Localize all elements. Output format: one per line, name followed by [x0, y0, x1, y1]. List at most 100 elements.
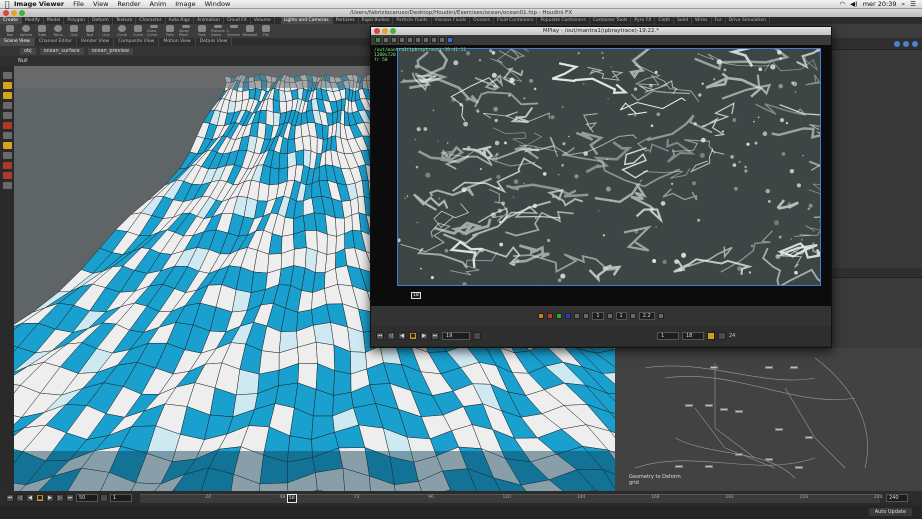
mplay-play-button[interactable]: ▶ — [420, 332, 428, 340]
camera-tool-icon[interactable] — [2, 172, 12, 179]
mplay-options-button[interactable] — [473, 332, 481, 340]
shelf-tab[interactable]: Rigid Bodies — [359, 17, 394, 24]
shelf-tab[interactable]: Volume — [251, 17, 275, 24]
shelf-tab[interactable]: Drive Simulation — [726, 17, 770, 24]
stop-button[interactable]: ■ — [36, 494, 44, 502]
metaball-tool[interactable]: Metaball — [243, 25, 258, 37]
mplay-realtime-button[interactable] — [707, 332, 715, 340]
link-icon[interactable] — [383, 37, 389, 43]
start-frame-field[interactable]: 1 — [110, 494, 132, 502]
shelf-tab[interactable]: Polygon — [64, 17, 90, 24]
snap-tool-icon[interactable] — [2, 142, 12, 149]
next-key-button[interactable]: ▷ — [56, 494, 64, 502]
lsystem-tool[interactable]: L-System — [227, 25, 241, 37]
network-node[interactable] — [795, 466, 803, 469]
mplay-current-frame-field[interactable]: 19 — [442, 332, 470, 340]
network-node[interactable] — [710, 366, 718, 369]
box-tool[interactable]: Box — [3, 25, 17, 37]
settings-icon[interactable] — [894, 40, 900, 47]
network-node[interactable] — [705, 404, 713, 407]
sphere-tool[interactable]: Sphere — [19, 25, 33, 37]
shelf-tab[interactable]: Solid — [674, 17, 693, 24]
shelf-tab[interactable]: Oceans — [470, 17, 494, 24]
channel-alpha-icon[interactable] — [574, 313, 581, 319]
network-node[interactable] — [720, 408, 728, 411]
render-tool-icon[interactable] — [2, 152, 12, 159]
network-node[interactable] — [705, 465, 713, 468]
tab-scene-view[interactable]: Scene View — [0, 38, 35, 46]
network-node[interactable] — [775, 428, 783, 431]
mplay-first-frame-button[interactable]: ⏮ — [376, 332, 384, 340]
circle-tool[interactable]: Circle — [115, 25, 129, 37]
auto-update-dropdown[interactable]: Auto Update — [868, 508, 912, 516]
clock[interactable]: mer 20:39 — [863, 0, 897, 8]
mplay-stop-button[interactable]: ■ — [409, 332, 417, 340]
brightness-icon[interactable] — [606, 313, 613, 319]
shelf-tab[interactable]: Texture — [113, 17, 137, 24]
close-window-button[interactable] — [3, 10, 9, 16]
shelf-tab[interactable]: Container Tools — [590, 17, 632, 24]
mplay-fps-button[interactable] — [718, 332, 726, 340]
histogram-icon[interactable] — [657, 313, 664, 319]
zoom-icon[interactable] — [399, 37, 405, 43]
render-icon[interactable] — [375, 37, 381, 43]
menu-image[interactable]: Image — [175, 0, 195, 8]
tab-channel-editor[interactable]: Channel Editor — [35, 38, 78, 46]
scale-tool-icon[interactable] — [2, 102, 12, 109]
shelf-tab[interactable]: Particle Fluids — [393, 17, 432, 24]
keyframe-button[interactable] — [100, 494, 108, 502]
channel-red-icon[interactable] — [547, 313, 554, 319]
shelf-tab[interactable]: Fur — [712, 17, 726, 24]
menu-view[interactable]: View — [93, 0, 108, 8]
shelf-tab[interactable]: Pyro FX — [631, 17, 656, 24]
shelf-tab[interactable]: Lights and Cameras — [280, 17, 333, 24]
shelf-tab[interactable]: Wires — [692, 17, 712, 24]
font-tool[interactable]: Font — [195, 25, 209, 37]
line-tool[interactable]: Line — [99, 25, 113, 37]
tab-render-view[interactable]: Render View — [77, 38, 115, 46]
offset-field[interactable]: 1 — [615, 312, 627, 320]
current-frame-field[interactable]: 50 — [76, 494, 98, 502]
shelf-tab[interactable]: Deform — [89, 17, 113, 24]
shelf-tab[interactable]: Animation — [194, 17, 224, 24]
exposure-field[interactable]: 1 — [592, 312, 604, 320]
draw-curve-tool[interactable]: Draw Curve — [147, 25, 161, 37]
info-icon[interactable] — [912, 40, 918, 47]
network-editor[interactable]: Geometry to Deform grid — [615, 348, 922, 491]
spray-paint-tool[interactable]: Spray Paint — [179, 25, 193, 37]
end-frame-field[interactable]: 240 — [886, 494, 908, 502]
mplay-reverse-button[interactable]: ◀ — [398, 332, 406, 340]
lut-icon[interactable] — [583, 313, 590, 319]
menu-anim[interactable]: Anim — [150, 0, 167, 8]
mplay-last-frame-button[interactable]: ⏭ — [431, 332, 439, 340]
last-frame-button[interactable]: ⏭ — [66, 494, 74, 502]
crop-icon[interactable] — [391, 37, 397, 43]
shelf-tab[interactable]: Cloth — [655, 17, 675, 24]
shelf-tab[interactable]: Character — [136, 17, 166, 24]
shelf-tab[interactable]: Modify — [22, 17, 44, 24]
shelf-tab[interactable]: Model — [44, 17, 65, 24]
breadcrumb-object[interactable]: ocean_surface — [39, 47, 84, 55]
network-node[interactable] — [805, 436, 813, 439]
volume-icon[interactable]: ◀) — [850, 0, 858, 8]
tube-tool[interactable]: Tube — [35, 25, 49, 37]
shelf-tab[interactable]: Auto Rigs — [166, 17, 194, 24]
flip-icon[interactable] — [439, 37, 445, 43]
zoom-window-button[interactable] — [19, 10, 25, 16]
path-tool[interactable]: Path — [163, 25, 177, 37]
move-tool-icon[interactable] — [2, 82, 12, 89]
torus-tool[interactable]: Torus — [51, 25, 65, 37]
mplay-zoom-button[interactable] — [390, 28, 396, 34]
network-node[interactable] — [735, 410, 743, 413]
mplay-frame-marker[interactable]: 18 — [411, 292, 421, 299]
channel-green-icon[interactable] — [556, 313, 563, 319]
shelf-tab[interactable]: Particles — [333, 17, 359, 24]
mplay-close-button[interactable] — [374, 28, 380, 34]
compare-icon[interactable] — [423, 37, 429, 43]
prev-key-button[interactable]: ◁ — [16, 494, 24, 502]
pan-icon[interactable] — [407, 37, 413, 43]
shelf-tab[interactable]: Viscous Fluids — [432, 17, 471, 24]
first-frame-button[interactable]: ⏮ — [6, 494, 14, 502]
network-node[interactable] — [685, 404, 693, 407]
list-icon[interactable]: ☰ — [910, 0, 916, 8]
